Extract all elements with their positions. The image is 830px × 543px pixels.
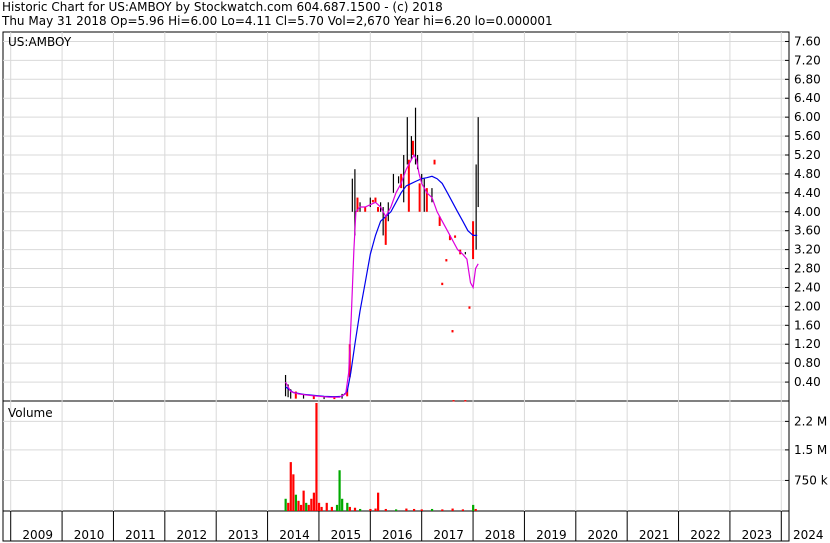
price-tick-label: 2.40 [794,280,821,294]
year-tick-label: 2019 [536,528,567,542]
price-tick-label: 1.20 [794,337,821,351]
year-tick-label: 2024 [793,528,824,542]
volume-tick-label: 1.5 M [794,443,827,457]
year-tick-label: 2014 [279,528,310,542]
volume-bar [284,498,287,511]
volume-bar [320,506,323,511]
volume-bar [305,502,308,511]
volume-bar [377,492,380,511]
price-panel [2,31,790,402]
volume-bar [335,504,339,511]
volume-bar [412,508,416,511]
year-tick-label: 2023 [742,528,773,542]
volume-bar [369,508,372,511]
year-tick-label: 2021 [639,528,670,542]
volume-bar [338,470,341,511]
price-tick-label: 7.20 [794,53,821,67]
volume-tick-label: 750 k [794,473,828,487]
volume-bar [472,504,475,511]
price-tick-label: 0.40 [794,375,821,389]
price-tick-label: 2.00 [794,299,821,313]
volume-bar [315,403,318,511]
price-tick-label: 3.20 [794,243,821,257]
volume-bar [325,502,328,511]
stock-chart: 7.60 7.20 6.80 6.40 6.00 5.60 5.20 4.80 4.40 4.00… [2,31,828,542]
price-tick-label: 5.20 [794,148,821,162]
year-tick-label: 2016 [382,528,413,542]
volume-bar [307,504,310,511]
price-tick-label: 4.80 [794,167,821,181]
volume-bar [317,502,321,511]
volume-bar [359,508,362,511]
volume-bar [294,494,298,511]
price-tick-label: 0.80 [794,356,821,370]
volume-bar [384,508,387,511]
volume-bar [374,508,377,511]
volume-bar [287,502,290,511]
volume-bar [348,506,351,511]
volume-bar [430,508,434,511]
volume-bar [441,509,444,511]
price-tick-label: 4.40 [794,186,821,200]
volume-bar [420,509,423,511]
volume-bar [451,508,454,511]
volume-bar [302,490,305,511]
year-tick-label: 2017 [433,528,464,542]
year-tick-label: 2009 [22,528,53,542]
volume-panel [2,400,790,512]
volume-tick-label: 2.2 M [794,414,827,428]
year-tick-label: 2011 [125,528,156,542]
volume-bar [299,504,303,511]
volume-bar [474,508,477,511]
volume-bar [292,474,295,511]
year-tick-label: 2010 [74,528,105,542]
year-tick-label: 2018 [485,528,516,542]
year-tick-label: 2022 [690,528,721,542]
volume-bar [341,498,344,511]
year-tick-label: 2012 [177,528,208,542]
year-tick-label: 2013 [228,528,259,542]
volume-bar [312,492,316,511]
volume-bar [395,509,398,511]
price-tick-label: 1.60 [794,318,821,332]
volume-bar [330,506,333,511]
price-tick-label: 7.60 [794,34,821,48]
price-tick-label: 6.00 [794,110,821,124]
volume-bar [405,508,408,511]
volume-bar [289,462,292,511]
year-tick-label: 2020 [588,528,619,542]
volume-bar [297,500,300,511]
volume-bar [346,502,349,511]
price-tick-label: 2.80 [794,262,821,276]
price-tick-label: 3.60 [794,224,821,238]
volume-panel-title: Volume [8,406,53,420]
price-panel-title: US:AMBOY [8,35,72,49]
price-tick-label: 6.80 [794,72,821,86]
price-tick-label: 4.00 [794,205,821,219]
price-tick-label: 5.60 [794,129,821,143]
volume-bar [353,507,357,511]
volume-bar [461,509,464,511]
price-tick-label: 6.40 [794,91,821,105]
volume-bar [310,498,313,511]
year-tick-label: 2015 [331,528,362,542]
